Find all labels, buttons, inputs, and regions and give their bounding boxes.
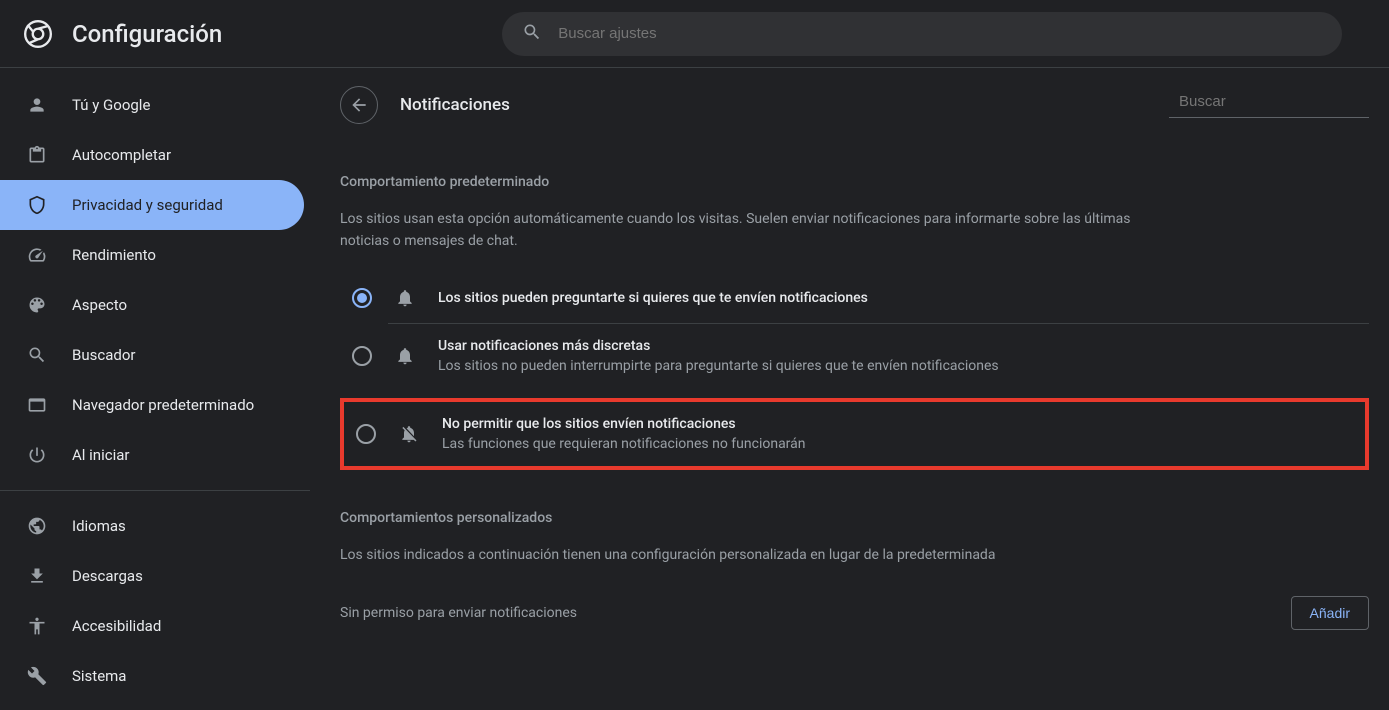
radio-unselected[interactable] <box>352 346 372 366</box>
radio-text: Usar notificaciones más discretas Los si… <box>438 338 999 374</box>
sidebar-item-default-browser[interactable]: Navegador predeterminado <box>0 380 304 430</box>
default-behavior-title: Comportamiento predeterminado <box>340 174 1369 190</box>
header-title-wrap: Configuración <box>24 20 222 48</box>
clipboard-icon <box>26 144 48 166</box>
bell-off-icon <box>398 423 420 445</box>
browser-icon <box>26 394 48 416</box>
sidebar-item-label: Tú y Google <box>72 96 150 114</box>
radio-text: No permitir que los sitios envíen notifi… <box>442 416 806 452</box>
wrench-icon <box>26 665 48 687</box>
sidebar-item-you-and-google[interactable]: Tú y Google <box>0 80 304 130</box>
radio-selected[interactable] <box>352 288 372 308</box>
accessibility-icon <box>26 615 48 637</box>
sidebar-item-search-engine[interactable]: Buscador <box>0 330 304 380</box>
shield-icon <box>26 194 48 216</box>
sidebar-item-autofill[interactable]: Autocompletar <box>0 130 304 180</box>
option-sublabel: Los sitios no pueden interrumpirte para … <box>438 358 999 374</box>
sidebar-item-privacy-security[interactable]: Privacidad y seguridad <box>0 180 304 230</box>
sidebar-divider <box>0 490 310 491</box>
option-label: Usar notificaciones más discretas <box>438 338 999 354</box>
sidebar-item-label: Al iniciar <box>72 446 129 464</box>
global-search[interactable] <box>502 12 1342 56</box>
sidebar: Tú y Google Autocompletar Privacidad y s… <box>0 68 310 710</box>
custom-behavior-section: Comportamientos personalizados Los sitio… <box>340 510 1369 640</box>
sidebar-item-label: Sistema <box>72 667 126 685</box>
bell-icon <box>394 287 416 309</box>
sidebar-item-label: Autocompletar <box>72 146 171 164</box>
default-behavior-section: Comportamiento predeterminado Los sitios… <box>340 174 1369 470</box>
page-title: Notificaciones <box>400 95 510 115</box>
content-search-input[interactable] <box>1179 93 1378 110</box>
custom-behavior-title: Comportamientos personalizados <box>340 510 1369 526</box>
sidebar-item-system[interactable]: Sistema <box>0 651 304 701</box>
speedometer-icon <box>26 244 48 266</box>
palette-icon <box>26 294 48 316</box>
sidebar-item-performance[interactable]: Rendimiento <box>0 230 304 280</box>
sidebar-item-label: Descargas <box>72 567 143 585</box>
option-label: No permitir que los sitios envíen notifi… <box>442 416 806 432</box>
power-icon <box>26 444 48 466</box>
sidebar-item-label: Accesibilidad <box>72 617 161 635</box>
app-title: Configuración <box>72 20 222 48</box>
sidebar-item-languages[interactable]: Idiomas <box>0 501 304 551</box>
sidebar-item-label: Navegador predeterminado <box>72 396 254 414</box>
content-header: Notificaciones <box>340 86 1369 124</box>
sidebar-item-label: Buscador <box>72 346 135 364</box>
default-behavior-desc: Los sitios usan esta opción automáticame… <box>340 208 1140 253</box>
sidebar-item-label: Idiomas <box>72 517 126 535</box>
globe-icon <box>26 515 48 537</box>
no-permission-row: Sin permiso para enviar notificaciones A… <box>340 586 1369 640</box>
back-button[interactable] <box>340 86 378 124</box>
option-quieter-notifications[interactable]: Usar notificaciones más discretas Los si… <box>388 323 1369 388</box>
radio-unselected[interactable] <box>356 424 376 444</box>
bell-icon <box>394 345 416 367</box>
sidebar-item-accessibility[interactable]: Accesibilidad <box>0 601 304 651</box>
content-search[interactable] <box>1169 93 1369 118</box>
header: Configuración <box>0 0 1389 68</box>
add-button[interactable]: Añadir <box>1291 596 1369 630</box>
custom-behavior-desc: Los sitios indicados a continuación tien… <box>340 544 1140 566</box>
no-permission-label: Sin permiso para enviar notificaciones <box>340 605 577 621</box>
sidebar-item-label: Aspecto <box>72 296 127 314</box>
sidebar-item-downloads[interactable]: Descargas <box>0 551 304 601</box>
option-sublabel: Las funciones que requieran notificacion… <box>442 436 806 452</box>
sidebar-item-label: Rendimiento <box>72 246 156 264</box>
option-label: Los sitios pueden preguntarte si quieres… <box>438 290 868 306</box>
main: Tú y Google Autocompletar Privacidad y s… <box>0 68 1389 710</box>
sidebar-item-appearance[interactable]: Aspecto <box>0 280 304 330</box>
sidebar-item-label: Privacidad y seguridad <box>72 196 223 214</box>
radio-text: Los sitios pueden preguntarte si quieres… <box>438 290 868 306</box>
option-sites-can-ask[interactable]: Los sitios pueden preguntarte si quieres… <box>340 273 1369 323</box>
content: Notificaciones Comportamiento predetermi… <box>310 68 1389 710</box>
sidebar-item-on-startup[interactable]: Al iniciar <box>0 430 304 480</box>
chrome-icon <box>24 20 52 48</box>
search-icon <box>26 344 48 366</box>
person-icon <box>26 94 48 116</box>
option-dont-allow-notifications[interactable]: No permitir que los sitios envíen notifi… <box>340 398 1369 470</box>
global-search-input[interactable] <box>558 25 1322 42</box>
search-icon <box>522 22 542 46</box>
download-icon <box>26 565 48 587</box>
